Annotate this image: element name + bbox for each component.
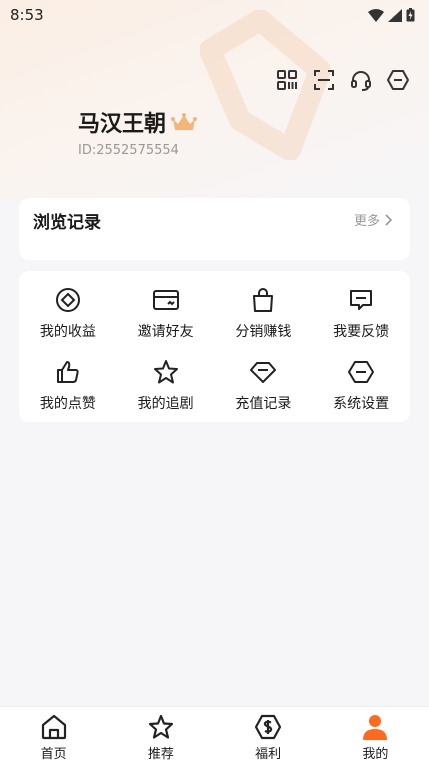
grid-item-settings[interactable]: 系统设置 (312, 347, 410, 419)
earnings-icon (54, 286, 82, 314)
grid-item-label: 我的追剧 (137, 396, 194, 412)
user-icon (360, 712, 390, 742)
history-more-link[interactable]: 更多 (354, 210, 392, 229)
grid-item-follow-drama[interactable]: 我的追剧 (117, 347, 215, 419)
home-icon (39, 712, 69, 742)
crown-icon (171, 113, 198, 130)
grid-item-invite[interactable]: 邀请好友 (117, 275, 215, 347)
grid-item-label: 邀请好友 (137, 324, 194, 340)
user-name-text: 马汉王朝 (78, 112, 167, 137)
feature-grid-card: 我的收益 邀请好友 分销赚钱 我要反馈 我的点赞 我的追剧 充值记录 系统设置 (19, 271, 410, 422)
top-toolbar (275, 68, 410, 92)
headset-icon[interactable] (349, 68, 373, 92)
scan-icon[interactable] (312, 68, 336, 92)
grid-item-distribution[interactable]: 分销赚钱 (215, 275, 313, 347)
nav-label: 福利 (255, 747, 282, 762)
grid-item-likes[interactable]: 我的点赞 (19, 347, 117, 419)
nav-welfare[interactable]: 福利 (215, 707, 322, 763)
history-card: 浏览记录 更多 (19, 198, 410, 260)
settings-hexagon-icon[interactable] (386, 68, 410, 92)
status-bar: 8:53 (0, 0, 429, 30)
grid-item-label: 我要反馈 (333, 324, 390, 340)
bottom-navigation: 首页 推荐 福利 我的 (0, 706, 429, 763)
user-name: 马汉王朝 (78, 106, 198, 138)
qrcode-icon[interactable] (275, 68, 299, 92)
nav-recommend[interactable]: 推荐 (107, 707, 214, 763)
grid-item-label: 系统设置 (333, 396, 390, 412)
star-icon (152, 358, 180, 386)
chevron-right-icon (385, 213, 392, 226)
header-background (0, 0, 429, 200)
invite-card-icon (152, 286, 180, 314)
nav-mine[interactable]: 我的 (322, 707, 429, 763)
nav-label: 推荐 (147, 747, 174, 762)
grid-item-feedback[interactable]: 我要反馈 (312, 275, 410, 347)
dollar-icon (253, 712, 283, 742)
battery-icon (406, 8, 415, 22)
diamond-icon (249, 358, 277, 386)
settings-hexagon-icon (347, 358, 375, 386)
feature-grid: 我的收益 邀请好友 分销赚钱 我要反馈 我的点赞 我的追剧 充值记录 系统设置 (19, 271, 410, 419)
grid-item-label: 我的点赞 (39, 396, 96, 412)
wifi-icon (368, 8, 384, 22)
history-title: 浏览记录 (33, 213, 101, 233)
grid-item-label: 我的收益 (39, 324, 96, 340)
grid-item-recharge[interactable]: 充值记录 (215, 347, 313, 419)
status-time: 8:53 (10, 6, 44, 24)
nav-label: 首页 (40, 747, 67, 762)
thumbs-up-icon (54, 358, 82, 386)
shopping-bag-icon (249, 286, 277, 314)
star-icon (146, 712, 176, 742)
user-id: ID:2552575554 (78, 143, 179, 158)
nav-home[interactable]: 首页 (0, 707, 107, 763)
nav-label: 我的 (362, 747, 389, 762)
signal-icon (388, 8, 402, 22)
grid-item-label: 分销赚钱 (235, 324, 292, 340)
feedback-icon (347, 286, 375, 314)
grid-item-label: 充值记录 (235, 396, 292, 412)
grid-item-earnings[interactable]: 我的收益 (19, 275, 117, 347)
history-more-label: 更多 (353, 214, 380, 229)
